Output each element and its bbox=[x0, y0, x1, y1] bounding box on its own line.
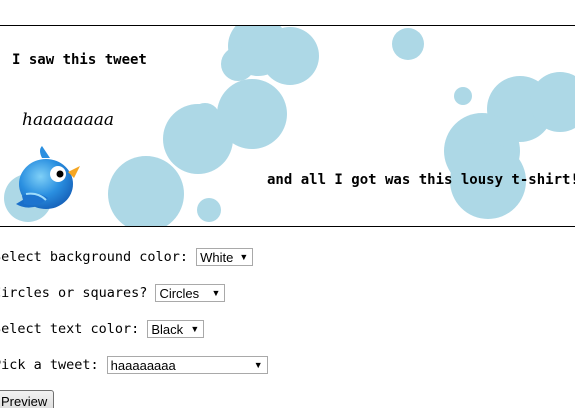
chevron-down-icon: ▼ bbox=[239, 252, 249, 262]
background-color-select[interactable]: White ▼ bbox=[196, 248, 254, 266]
bubble bbox=[108, 156, 184, 226]
text-color-select[interactable]: Black ▼ bbox=[147, 320, 205, 338]
banner-line-1: I saw this tweet bbox=[12, 52, 147, 68]
bubble bbox=[392, 28, 424, 60]
page: I saw this tweet haaaaaaaa and all I got… bbox=[0, 0, 575, 408]
tweet-row: Pick a tweet: haaaaaaaa ▼ bbox=[0, 354, 268, 376]
bubble bbox=[221, 47, 255, 81]
background-color-value: White bbox=[200, 249, 234, 265]
chevron-down-icon: ▼ bbox=[211, 288, 221, 298]
bubble bbox=[454, 87, 472, 105]
chevron-down-icon: ▼ bbox=[190, 324, 200, 334]
tweet-value: haaaaaaaa bbox=[110, 357, 176, 373]
shape-value: Circles bbox=[159, 285, 200, 301]
bubble bbox=[190, 103, 220, 133]
tweet-select[interactable]: haaaaaaaa ▼ bbox=[106, 356, 268, 374]
twitter-bird-icon bbox=[16, 146, 80, 209]
bubble bbox=[197, 198, 221, 222]
preview-button[interactable]: Preview bbox=[0, 390, 54, 408]
text-color-row: Select text color: Black ▼ bbox=[0, 318, 205, 340]
background-color-row: Select background color: White ▼ bbox=[0, 246, 254, 268]
background-color-label: Select background color: bbox=[0, 249, 189, 265]
shape-label: Circles or squares? bbox=[0, 285, 148, 301]
banner-tweet-text: haaaaaaaa bbox=[22, 110, 115, 130]
tshirt-preview-banner: I saw this tweet haaaaaaaa and all I got… bbox=[0, 25, 575, 227]
chevron-down-icon: ▼ bbox=[253, 360, 263, 370]
shape-select[interactable]: Circles ▼ bbox=[155, 284, 226, 302]
text-color-label: Select text color: bbox=[0, 321, 140, 337]
bubble bbox=[261, 27, 319, 85]
banner-line-2: and all I got was this lousy t-shirt! bbox=[267, 172, 575, 188]
tweet-label: Pick a tweet: bbox=[0, 357, 99, 373]
text-color-value: Black bbox=[151, 321, 184, 337]
shape-row: Circles or squares? Circles ▼ bbox=[0, 282, 226, 304]
